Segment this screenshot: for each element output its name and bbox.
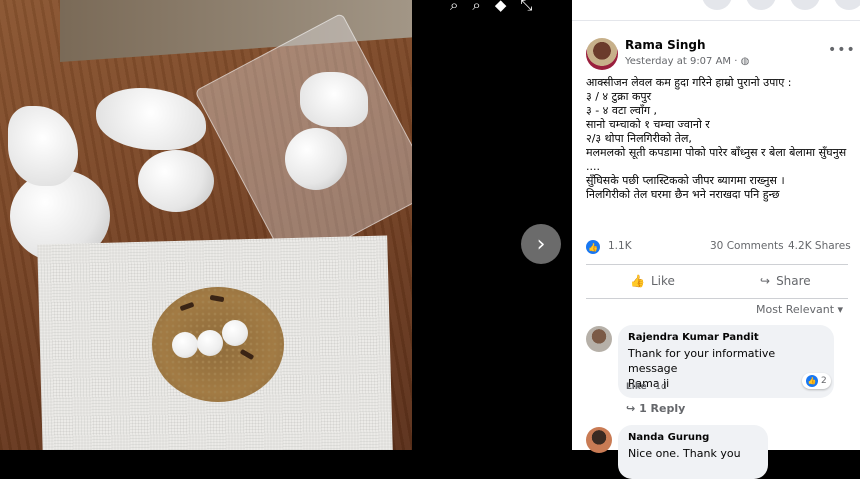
author-name[interactable]: Rama Singh xyxy=(625,38,706,52)
shares-count[interactable]: 4.2K Shares xyxy=(788,240,851,252)
commenter-avatar[interactable] xyxy=(586,326,612,352)
chevron-right-icon: › xyxy=(536,231,546,257)
share-button-label: Share xyxy=(776,274,811,288)
post-stats: 👍 1.1K 30 Comments 4.2K Shares xyxy=(586,240,856,256)
share-button[interactable]: ↪ Share xyxy=(760,274,811,288)
fullscreen-icon[interactable]: ⤡ xyxy=(520,0,532,13)
like-button-label: Like xyxy=(650,274,675,288)
reaction-count: 2 xyxy=(821,376,827,386)
commenter-name[interactable]: Rajendra Kumar Pandit xyxy=(628,332,824,343)
zoom-out-icon[interactable]: ⌕ xyxy=(472,0,480,13)
comment-bubble: Nanda Gurung Nice one. Thank you xyxy=(618,425,768,479)
account-icon[interactable]: ▾ xyxy=(834,0,860,10)
viewer-toolbar: ⌕ ⌕ ◆ ⤡ xyxy=(450,0,532,13)
sort-label: Most Relevant xyxy=(756,303,835,316)
post-sidebar: + ✉ ♪ ▾ Rama Singh Yesterday at 9:07 AM … xyxy=(572,0,860,479)
like-count[interactable]: 1.1K xyxy=(608,240,632,252)
notifications-icon[interactable]: ♪ xyxy=(790,0,820,10)
top-action-buttons: + ✉ ♪ ▾ xyxy=(702,0,860,10)
camphor-piece xyxy=(172,332,198,358)
pouch-small xyxy=(138,150,214,212)
photo-viewer: ⌕ ⌕ ◆ ⤡ › xyxy=(0,0,572,450)
add-icon[interactable]: + xyxy=(702,0,732,10)
post-photo xyxy=(0,0,412,450)
divider xyxy=(586,264,848,265)
more-options-button[interactable]: ••• xyxy=(828,42,856,58)
comments-count[interactable]: 30 Comments xyxy=(710,240,784,252)
post-timestamp: Yesterday at 9:07 AM · ◍ xyxy=(625,56,749,67)
comment-meta: Like · 1d xyxy=(626,382,667,392)
commenter-avatar[interactable] xyxy=(586,427,612,453)
like-reaction-icon: 👍 xyxy=(806,375,818,387)
post-time[interactable]: Yesterday at 9:07 AM · xyxy=(625,56,741,67)
next-photo-button[interactable]: › xyxy=(521,224,561,264)
chevron-down-icon: ▾ xyxy=(837,303,844,316)
zoom-in-icon[interactable]: ⌕ xyxy=(450,0,458,13)
comment-text: Nice one. Thank you xyxy=(628,447,741,460)
post-text: आक्सीजन लेवल कम हुदा गरिने हाम्रो पुरानो… xyxy=(586,76,847,201)
author-avatar[interactable] xyxy=(586,38,618,70)
divider xyxy=(586,298,848,299)
thumbs-up-icon: 👍 xyxy=(630,274,645,288)
commenter-name[interactable]: Nanda Gurung xyxy=(628,432,758,443)
share-icon: ↪ xyxy=(760,274,771,288)
camphor-piece xyxy=(222,320,248,346)
bagged-pouch-ball xyxy=(285,128,347,190)
view-replies-link[interactable]: ↪ 1 Reply xyxy=(626,402,685,415)
comment-like-button[interactable]: Like xyxy=(626,382,647,392)
replies-label: 1 Reply xyxy=(639,402,686,415)
globe-icon: ◍ xyxy=(740,56,750,67)
comment-age[interactable]: 1d xyxy=(655,382,666,392)
like-button[interactable]: 👍 Like xyxy=(630,274,675,288)
like-reaction-icon: 👍 xyxy=(586,240,600,254)
bagged-pouch-knot xyxy=(300,72,368,127)
tag-icon[interactable]: ◆ xyxy=(495,0,507,13)
comment-reactions[interactable]: 👍 2 xyxy=(802,373,831,389)
camphor-piece xyxy=(197,330,223,356)
reply-arrow-icon: ↪ xyxy=(626,402,636,415)
messenger-icon[interactable]: ✉ xyxy=(746,0,776,10)
comment-sort-dropdown[interactable]: Most Relevant ▾ xyxy=(756,303,843,316)
header-divider xyxy=(572,20,860,21)
